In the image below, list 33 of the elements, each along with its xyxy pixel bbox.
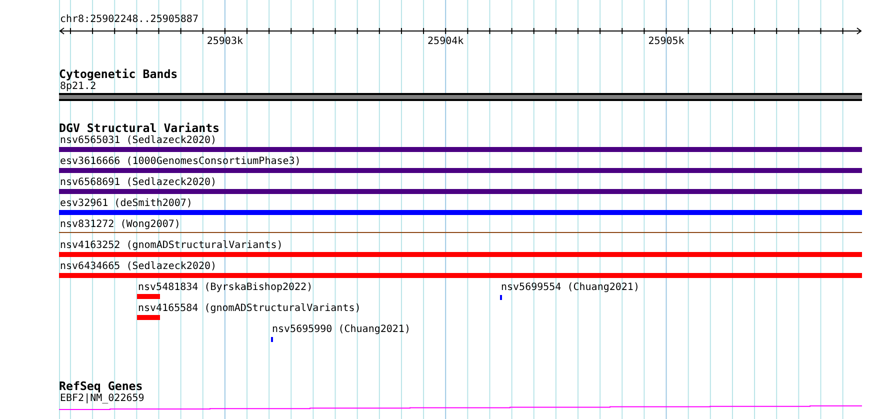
position-label: chr8:25902248..25905887: [59, 14, 200, 26]
tick-label: 25905k: [648, 36, 684, 48]
track-title: RefSeq Genes: [59, 380, 144, 393]
variant-label: nsv6565031 (Sedlazeck2020): [59, 135, 218, 147]
variant-bar[interactable]: [59, 273, 862, 278]
variant-tick[interactable]: [500, 295, 502, 300]
variant-line[interactable]: [59, 232, 862, 233]
variant-bar[interactable]: [59, 168, 862, 173]
gene-label: EBF2|NM_022659: [59, 393, 146, 405]
track-title: Cytogenetic Bands: [59, 68, 179, 81]
variant-bar[interactable]: [137, 294, 160, 299]
variant-label: nsv4163252 (gnomADStructuralVariants): [59, 240, 284, 252]
track-title: DGV Structural Variants: [59, 122, 221, 135]
variant-label: nsv831272 (Wong2007): [59, 219, 182, 231]
variant-bar[interactable]: [59, 252, 862, 257]
variant-bar[interactable]: [137, 315, 160, 320]
band-label: 8p21.2: [59, 81, 98, 93]
variant-bar[interactable]: [59, 210, 862, 215]
variant-label: nsv6434665 (Sedlazeck2020): [59, 261, 218, 273]
variant-label: nsv5481834 (ByrskaBishop2022): [137, 282, 313, 294]
variant-label: nsv5695990 (Chuang2021): [271, 324, 410, 336]
variant-label: nsv5699554 (Chuang2021): [500, 282, 640, 294]
variant-label: nsv4165584 (gnomADStructuralVariants): [137, 303, 361, 315]
cytoband-bar[interactable]: [59, 93, 862, 101]
gene-line[interactable]: [59, 405, 862, 410]
variant-bar[interactable]: [59, 189, 862, 194]
variant-bar[interactable]: [59, 147, 862, 152]
tick-label: 25904k: [428, 36, 464, 48]
variant-label: esv3616666 (1000GenomesConsortiumPhase3): [59, 156, 302, 168]
variant-label: nsv6568691 (Sedlazeck2020): [59, 177, 218, 189]
variant-tick[interactable]: [271, 337, 273, 342]
variant-label: esv32961 (deSmith2007): [59, 198, 194, 210]
tick-label: 25903k: [206, 36, 243, 48]
